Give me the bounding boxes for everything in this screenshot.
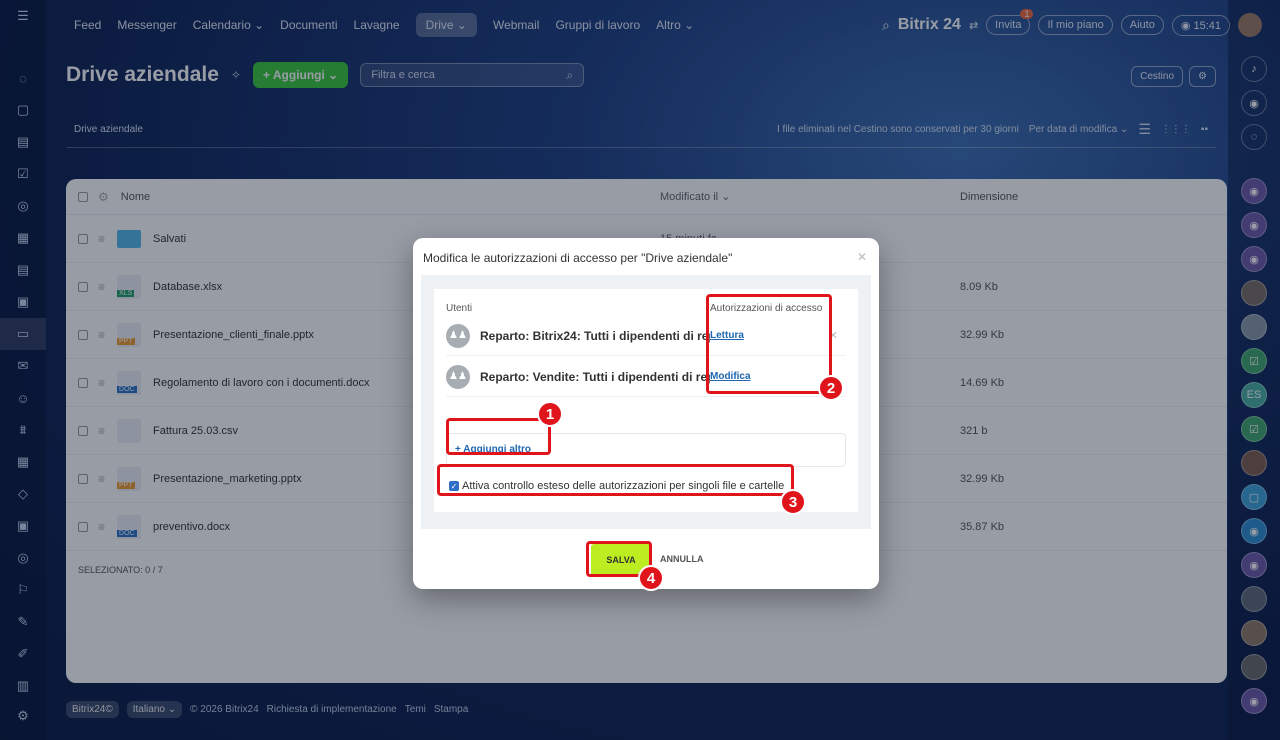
extended-control-checkbox[interactable]: ✓ (449, 481, 459, 491)
permission-link[interactable]: Modifica (710, 371, 751, 382)
add-more-button[interactable]: + Aggiungi altro (446, 433, 846, 467)
remove-icon[interactable]: ✕ (829, 329, 838, 342)
step-marker-1: 1 (537, 401, 563, 427)
dialog-title: Modifica le autorizzazioni di accesso pe… (423, 251, 733, 265)
permission-row: ♟♟ Reparto: Vendite: Tutti i dipendenti … (446, 357, 846, 397)
close-icon[interactable]: ✕ (857, 250, 867, 264)
permission-row: ♟♟ Reparto: Bitrix24: Tutti i dipendenti… (446, 316, 846, 356)
dialog-body: Utenti Autorizzazioni di accesso ♟♟ Repa… (421, 275, 871, 529)
group-icon: ♟♟ (446, 364, 470, 389)
user-name: Reparto: Bitrix24: Tutti i dipendenti di… (480, 328, 710, 343)
permissions-dialog: Modifica le autorizzazioni di accesso pe… (413, 238, 879, 589)
permissions-header: Autorizzazioni di accesso (710, 303, 823, 314)
extended-control-option[interactable]: ✓ Attiva controllo esteso delle autorizz… (449, 480, 784, 492)
step-marker-3: 3 (780, 489, 806, 515)
step-marker-2: 2 (818, 375, 844, 401)
cancel-button[interactable]: ANNULLA (660, 554, 704, 564)
permission-link[interactable]: Lettura (710, 330, 744, 341)
permissions-table: Utenti Autorizzazioni di accesso ♟♟ Repa… (434, 289, 858, 512)
users-header: Utenti (446, 303, 473, 314)
group-icon: ♟♟ (446, 323, 470, 348)
step-marker-4: 4 (638, 565, 664, 591)
extended-control-label: Attiva controllo esteso delle autorizzaz… (462, 480, 785, 492)
user-name: Reparto: Vendite: Tutti i dipendenti di … (480, 369, 710, 384)
